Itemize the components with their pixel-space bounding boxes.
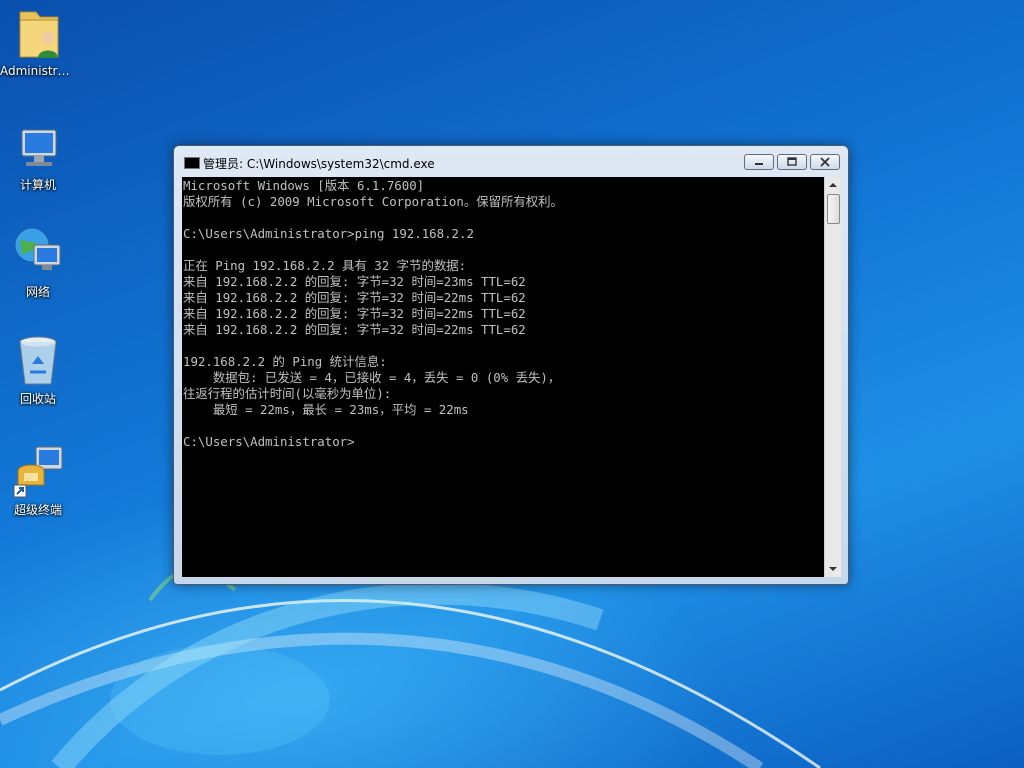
console-line: C:\Users\Administrator>ping 192.168.2.2 <box>183 226 474 241</box>
network-icon <box>14 227 61 270</box>
desktop-icon-label: 计算机 <box>19 178 56 192</box>
desktop-icon-hyperterminal[interactable]: 超级终端 <box>0 443 76 518</box>
desktop-icon-label: 超级终端 <box>13 503 62 517</box>
arrow-down-icon <box>829 567 837 571</box>
console-line: 来自 192.168.2.2 的回复: 字节=32 时间=22ms TTL=62 <box>183 322 526 337</box>
close-button[interactable] <box>810 154 840 170</box>
user-folder-icon <box>19 11 59 58</box>
console-line: 往返行程的估计时间(以毫秒为单位): <box>183 386 392 401</box>
console-output-area[interactable]: Microsoft Windows [版本 6.1.7600] 版权所有 (c)… <box>182 177 824 577</box>
arrow-up-icon <box>829 183 837 187</box>
desktop-icon-label: 回收站 <box>19 392 56 406</box>
console-line: Microsoft Windows [版本 6.1.7600] <box>183 178 425 193</box>
cmd-window[interactable]: 管理员: C:\Windows\system32\cmd.exe Microso… <box>173 145 849 585</box>
minimize-icon <box>755 163 763 165</box>
computer-icon <box>21 129 57 166</box>
maximize-button[interactable] <box>777 154 807 170</box>
scroll-down-button[interactable] <box>825 561 841 577</box>
console-line: 数据包: 已发送 = 4，已接收 = 4，丢失 = 0 (0% 丢失)， <box>183 370 561 385</box>
console-line: C:\Users\Administrator> <box>183 434 355 449</box>
console-line: 版权所有 (c) 2009 Microsoft Corporation。保留所有… <box>183 194 563 209</box>
minimize-button[interactable] <box>744 154 774 170</box>
console-line: 最短 = 22ms，最长 = 23ms，平均 = 22ms <box>183 402 469 417</box>
console-line: 192.168.2.2 的 Ping 统计信息: <box>183 354 387 369</box>
scroll-thumb[interactable] <box>827 194 840 224</box>
desktop-icon-administrator[interactable]: Administra... <box>0 6 76 78</box>
desktop-icon-network[interactable]: 网络 <box>0 225 76 300</box>
desktop-icon-recycle-bin[interactable]: 回收站 <box>0 334 76 407</box>
scroll-up-button[interactable] <box>825 177 841 193</box>
desktop-icon-label: 网络 <box>25 285 50 299</box>
title-bar[interactable]: 管理员: C:\Windows\system32\cmd.exe <box>174 146 848 176</box>
vertical-scrollbar[interactable] <box>824 177 841 577</box>
maximize-icon <box>787 157 797 166</box>
window-title: 管理员: C:\Windows\system32\cmd.exe <box>203 157 435 171</box>
console-text: Microsoft Windows [版本 6.1.7600] 版权所有 (c)… <box>183 178 563 450</box>
console-line: 来自 192.168.2.2 的回复: 字节=32 时间=23ms TTL=62 <box>183 274 526 289</box>
console-line: 来自 192.168.2.2 的回复: 字节=32 时间=22ms TTL=62 <box>183 290 526 305</box>
desktop-icon-computer[interactable]: 计算机 <box>0 126 76 193</box>
console-line: 正在 Ping 192.168.2.2 具有 32 字节的数据: <box>183 258 467 273</box>
console-line: 来自 192.168.2.2 的回复: 字节=32 时间=22ms TTL=62 <box>183 306 526 321</box>
desktop-icon-label: Administra... <box>0 64 76 78</box>
hyperterminal-shortcut-icon <box>13 446 63 498</box>
close-icon <box>820 157 830 167</box>
cmd-app-icon <box>184 157 200 169</box>
recycle-bin-icon <box>19 336 57 385</box>
